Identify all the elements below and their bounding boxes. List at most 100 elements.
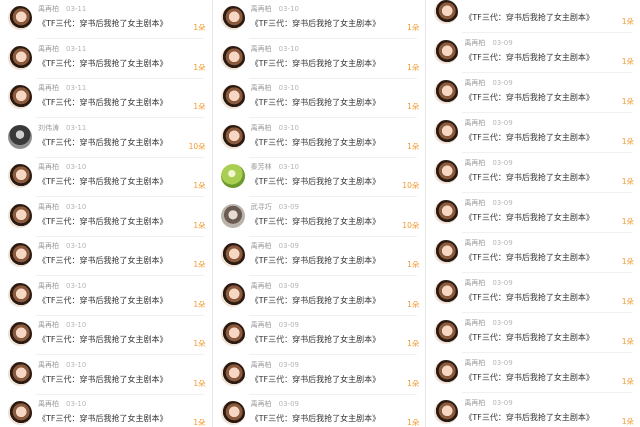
gift-record-row[interactable]: 秦芳林 03-10 《TF三代：穿书后我抢了女主剧本》 10朵 <box>213 158 426 198</box>
user-avatar[interactable] <box>220 401 245 425</box>
user-name[interactable]: 禹再柏 <box>38 5 59 13</box>
user-name[interactable]: 禹再柏 <box>464 39 485 47</box>
book-title[interactable]: 《TF三代：穿书后我抢了女主剧本》 <box>251 137 381 148</box>
gift-record-row[interactable]: 禹再柏 03-09 《TF三代：穿书后我抢了女主剧本》 1朵 <box>426 354 640 394</box>
user-name[interactable]: 禹再柏 <box>251 321 272 329</box>
user-avatar[interactable] <box>8 85 32 109</box>
user-avatar[interactable] <box>220 164 245 188</box>
user-name[interactable]: 刘伟涛 <box>38 124 59 132</box>
user-avatar[interactable] <box>220 203 245 228</box>
user-avatar[interactable] <box>8 164 32 188</box>
book-title[interactable]: 《TF三代：穿书后我抢了女主剧本》 <box>251 374 381 385</box>
user-avatar[interactable] <box>434 200 459 224</box>
user-avatar[interactable] <box>220 322 245 346</box>
user-avatar[interactable] <box>434 400 459 424</box>
gift-record-row[interactable]: 禹再柏 03-09 《TF三代：穿书后我抢了女主剧本》 1朵 <box>426 194 640 234</box>
book-title[interactable]: 《TF三代：穿书后我抢了女主剧本》 <box>464 52 594 63</box>
gift-record-row[interactable]: 禹再柏 03-11 《TF三代：穿书后我抢了女主剧本》 1朵 <box>0 79 212 119</box>
gift-record-row[interactable]: 禹再柏 03-09 《TF三代：穿书后我抢了女主剧本》 1朵 <box>426 234 640 274</box>
user-name[interactable]: 禹再柏 <box>38 163 59 171</box>
gift-record-row[interactable]: 禹再柏 03-10 《TF三代：穿书后我抢了女主剧本》 1朵 <box>213 79 426 119</box>
user-avatar[interactable] <box>434 360 459 384</box>
user-avatar[interactable] <box>8 401 32 425</box>
gift-record-row[interactable]: 禹再柏 03-10 《TF三代：穿书后我抢了女主剧本》 1朵 <box>0 237 212 277</box>
book-title[interactable]: 《TF三代：穿书后我抢了女主剧本》 <box>464 292 594 303</box>
book-title[interactable]: 《TF三代：穿书后我抢了女主剧本》 <box>251 216 381 227</box>
gift-record-row[interactable]: 禹再柏 03-10 《TF三代：穿书后我抢了女主剧本》 1朵 <box>0 198 212 238</box>
user-name[interactable]: 禹再柏 <box>251 400 272 408</box>
user-name[interactable]: 禹再柏 <box>251 242 272 250</box>
user-name[interactable]: 禹再柏 <box>464 239 485 247</box>
book-title[interactable]: 《TF三代：穿书后我抢了女主剧本》 <box>464 252 594 263</box>
book-title[interactable]: 《TF三代：穿书后我抢了女主剧本》 <box>251 58 381 69</box>
gift-record-row[interactable]: 禹再柏 03-09 《TF三代：穿书后我抢了女主剧本》 1朵 <box>213 316 426 356</box>
user-name[interactable]: 禹再柏 <box>38 242 59 250</box>
user-name[interactable]: 禹再柏 <box>464 399 485 407</box>
user-name[interactable]: 禹再柏 <box>38 45 59 53</box>
gift-record-row[interactable]: 禹再柏 03-10 《TF三代：穿书后我抢了女主剧本》 1朵 <box>0 277 212 317</box>
user-avatar[interactable] <box>220 361 245 386</box>
user-name[interactable]: 禹再柏 <box>464 359 485 367</box>
book-title[interactable]: 《TF三代：穿书后我抢了女主剧本》 <box>38 413 168 424</box>
book-title[interactable]: 《TF三代：穿书后我抢了女主剧本》 <box>251 334 381 345</box>
gift-record-row[interactable]: 禹再柏 03-09 《TF三代：穿书后我抢了女主剧本》 1朵 <box>426 154 640 194</box>
user-name[interactable]: 禹再柏 <box>464 159 485 167</box>
user-avatar[interactable] <box>434 160 459 184</box>
book-title[interactable]: 《TF三代：穿书后我抢了女主剧本》 <box>38 18 168 29</box>
user-name[interactable]: 禹再柏 <box>38 282 59 290</box>
book-title[interactable]: 《TF三代：穿书后我抢了女主剧本》 <box>38 216 168 227</box>
user-avatar[interactable] <box>220 85 245 109</box>
user-avatar[interactable] <box>8 243 32 267</box>
user-name[interactable]: 禹再柏 <box>464 279 485 287</box>
gift-record-row[interactable]: 禹再柏 03-11 《TF三代：穿书后我抢了女主剧本》 1朵 <box>0 0 212 40</box>
user-name[interactable]: 禹再柏 <box>38 321 59 329</box>
gift-record-row[interactable]: 禹再柏 03-09 《TF三代：穿书后我抢了女主剧本》 1朵 <box>426 114 640 154</box>
gift-record-row[interactable]: 禹再柏 03-10 《TF三代：穿书后我抢了女主剧本》 1朵 <box>213 119 426 159</box>
gift-record-row[interactable]: 禹再柏 03-09 《TF三代：穿书后我抢了女主剧本》 1朵 <box>213 277 426 317</box>
user-name[interactable]: 禹再柏 <box>251 282 272 290</box>
gift-record-row[interactable]: 禹再柏 03-10 《TF三代：穿书后我抢了女主剧本》 1朵 <box>213 40 426 80</box>
user-avatar[interactable] <box>8 124 32 149</box>
gift-record-row[interactable]: 禹再柏 03-09 《TF三代：穿书后我抢了女主剧本》 1朵 <box>213 356 426 396</box>
user-name[interactable]: 禹再柏 <box>251 124 272 132</box>
user-name[interactable]: 禹再柏 <box>464 79 485 87</box>
user-avatar[interactable] <box>220 6 245 30</box>
gift-record-row[interactable]: 刘伟涛 03-11 《TF三代：穿书后我抢了女主剧本》 10朵 <box>0 119 212 159</box>
user-avatar[interactable] <box>8 322 32 346</box>
book-title[interactable]: 《TF三代：穿书后我抢了女主剧本》 <box>251 413 381 424</box>
gift-record-row[interactable]: 《TF三代：穿书后我抢了女主剧本》 1朵 <box>426 0 640 34</box>
gift-record-row[interactable]: 禹再柏 03-09 《TF三代：穿书后我抢了女主剧本》 1朵 <box>213 237 426 277</box>
gift-record-row[interactable]: 禹再柏 03-10 《TF三代：穿书后我抢了女主剧本》 1朵 <box>213 0 426 40</box>
user-avatar[interactable] <box>434 120 459 144</box>
book-title[interactable]: 《TF三代：穿书后我抢了女主剧本》 <box>38 97 168 108</box>
book-title[interactable]: 《TF三代：穿书后我抢了女主剧本》 <box>251 295 381 306</box>
book-title[interactable]: 《TF三代：穿书后我抢了女主剧本》 <box>38 334 168 345</box>
user-avatar[interactable] <box>220 282 245 307</box>
user-avatar[interactable] <box>8 203 32 228</box>
user-name[interactable]: 禹再柏 <box>251 84 272 92</box>
user-avatar[interactable] <box>434 80 459 104</box>
user-name[interactable]: 禹再柏 <box>38 361 59 369</box>
user-name[interactable]: 秦芳林 <box>251 163 272 171</box>
user-name[interactable]: 禹再柏 <box>464 319 485 327</box>
user-name[interactable]: 武寻巧 <box>251 203 272 211</box>
user-avatar[interactable] <box>434 0 459 24</box>
user-avatar[interactable] <box>434 320 459 344</box>
gift-record-row[interactable]: 禹再柏 03-10 《TF三代：穿书后我抢了女主剧本》 1朵 <box>0 356 212 396</box>
gift-record-row[interactable]: 武寻巧 03-09 《TF三代：穿书后我抢了女主剧本》 10朵 <box>213 198 426 238</box>
book-title[interactable]: 《TF三代：穿书后我抢了女主剧本》 <box>38 58 168 69</box>
user-avatar[interactable] <box>8 361 32 386</box>
book-title[interactable]: 《TF三代：穿书后我抢了女主剧本》 <box>464 372 594 383</box>
user-name[interactable]: 禹再柏 <box>38 84 59 92</box>
gift-record-row[interactable]: 禹再柏 03-10 《TF三代：穿书后我抢了女主剧本》 1朵 <box>0 316 212 356</box>
book-title[interactable]: 《TF三代：穿书后我抢了女主剧本》 <box>38 295 168 306</box>
user-avatar[interactable] <box>434 40 459 64</box>
gift-record-row[interactable]: 禹再柏 03-09 《TF三代：穿书后我抢了女主剧本》 1朵 <box>426 274 640 314</box>
book-title[interactable]: 《TF三代：穿书后我抢了女主剧本》 <box>464 212 594 223</box>
book-title[interactable]: 《TF三代：穿书后我抢了女主剧本》 <box>38 255 168 266</box>
user-name[interactable]: 禹再柏 <box>464 119 485 127</box>
book-title[interactable]: 《TF三代：穿书后我抢了女主剧本》 <box>464 12 594 23</box>
gift-record-row[interactable]: 禹再柏 03-11 《TF三代：穿书后我抢了女主剧本》 1朵 <box>0 40 212 80</box>
book-title[interactable]: 《TF三代：穿书后我抢了女主剧本》 <box>38 374 168 385</box>
book-title[interactable]: 《TF三代：穿书后我抢了女主剧本》 <box>251 97 381 108</box>
